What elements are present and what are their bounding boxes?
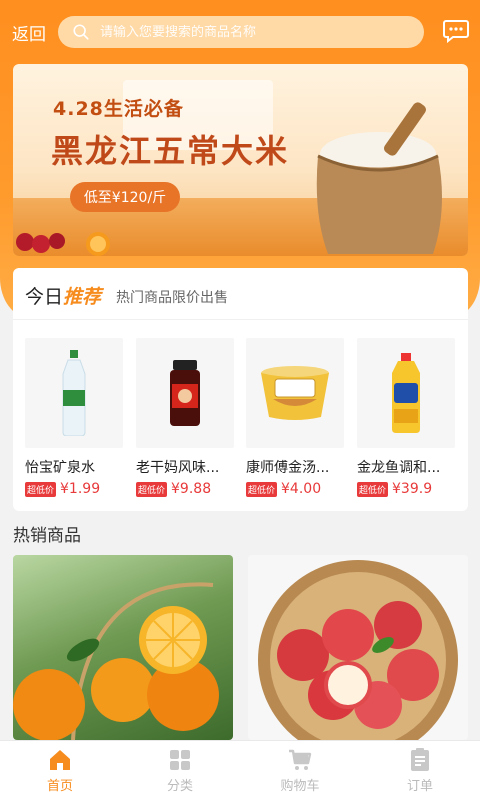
product-name: 金龙鱼调和... (357, 460, 441, 476)
product-card[interactable]: 老干妈风味... 超低价 ¥9.88 (136, 338, 236, 498)
product-card[interactable]: 康师傅金汤... 超低价 ¥4.00 (246, 338, 346, 498)
today-recommend-card: 今日推荐 热门商品限价出售 怡宝矿泉水 超低价 ¥1.99 老干妈风味... 超… (13, 268, 468, 511)
product-card[interactable]: 金龙鱼调和... 超低价 ¥39.9 (357, 338, 457, 498)
product-price: ¥39.9 (392, 481, 433, 497)
oranges-image (13, 582, 219, 740)
hot-product-oranges[interactable] (13, 555, 233, 740)
recommend-header: 今日推荐 热门商品限价出售 (13, 268, 468, 320)
rice-sack-image (316, 102, 442, 254)
product-price-row: 超低价 ¥4.00 (246, 481, 346, 497)
message-icon[interactable] (443, 19, 469, 43)
recommend-title: 今日推荐 (25, 286, 102, 308)
hot-products-grid (13, 555, 468, 740)
cherry-orange-image (16, 232, 110, 256)
search-bar[interactable] (58, 16, 424, 48)
product-price-row: 超低价 ¥39.9 (357, 481, 457, 497)
tab-category[interactable]: 分类 (120, 741, 240, 800)
recommend-title-emphasis: 推荐 (63, 286, 102, 308)
tab-home[interactable]: 首页 (0, 741, 120, 800)
tab-label: 首页 (46, 778, 73, 794)
tab-cart[interactable]: 购物车 (240, 741, 360, 800)
bottom-tab-bar: 首页 分类 购物车 订单 (0, 740, 480, 800)
product-name: 康师傅金汤... (246, 460, 330, 476)
product-price: ¥4.00 (281, 481, 322, 497)
search-icon (73, 24, 89, 40)
product-card[interactable]: 怡宝矿泉水 超低价 ¥1.99 (25, 338, 125, 498)
tab-label: 分类 (166, 778, 193, 794)
product-image-chili-sauce (136, 338, 234, 448)
tab-label: 购物车 (280, 778, 320, 794)
product-price-row: 超低价 ¥9.88 (136, 481, 236, 497)
product-price: ¥1.99 (60, 481, 101, 497)
product-image-cooking-oil (357, 338, 455, 448)
home-icon (50, 749, 70, 770)
product-image-water (25, 338, 123, 448)
search-input[interactable] (100, 24, 400, 40)
top-bar: 返回 (0, 0, 480, 64)
banner-title: 黑龙江五常大米 (51, 132, 290, 170)
tab-label: 订单 (406, 778, 433, 794)
grid-icon (170, 749, 190, 770)
banner-subtitle: 4.28生活必备 (53, 98, 184, 120)
apples-image (258, 560, 458, 740)
promo-banner[interactable]: 4.28生活必备 黑龙江五常大米 低至¥120/斤 (13, 64, 468, 256)
low-price-badge: 超低价 (246, 481, 278, 497)
back-button[interactable]: 返回 (12, 20, 46, 45)
product-name: 怡宝矿泉水 (25, 460, 95, 476)
recommend-product-list: 怡宝矿泉水 超低价 ¥1.99 老干妈风味... 超低价 ¥9.88 康师傅金汤… (25, 338, 465, 498)
low-price-badge: 超低价 (136, 481, 168, 497)
product-price: ¥9.88 (171, 481, 212, 497)
low-price-badge: 超低价 (25, 481, 57, 497)
hot-product-apples[interactable] (248, 555, 468, 740)
hot-products-title: 热销商品 (13, 526, 81, 546)
tab-orders[interactable]: 订单 (360, 741, 480, 800)
product-price-row: 超低价 ¥1.99 (25, 481, 125, 497)
product-name: 老干妈风味... (136, 460, 220, 476)
low-price-badge: 超低价 (357, 481, 389, 497)
product-image-noodles (246, 338, 344, 448)
cart-icon (289, 749, 312, 770)
order-icon (411, 747, 429, 771)
recommend-subtitle: 热门商品限价出售 (116, 290, 228, 306)
